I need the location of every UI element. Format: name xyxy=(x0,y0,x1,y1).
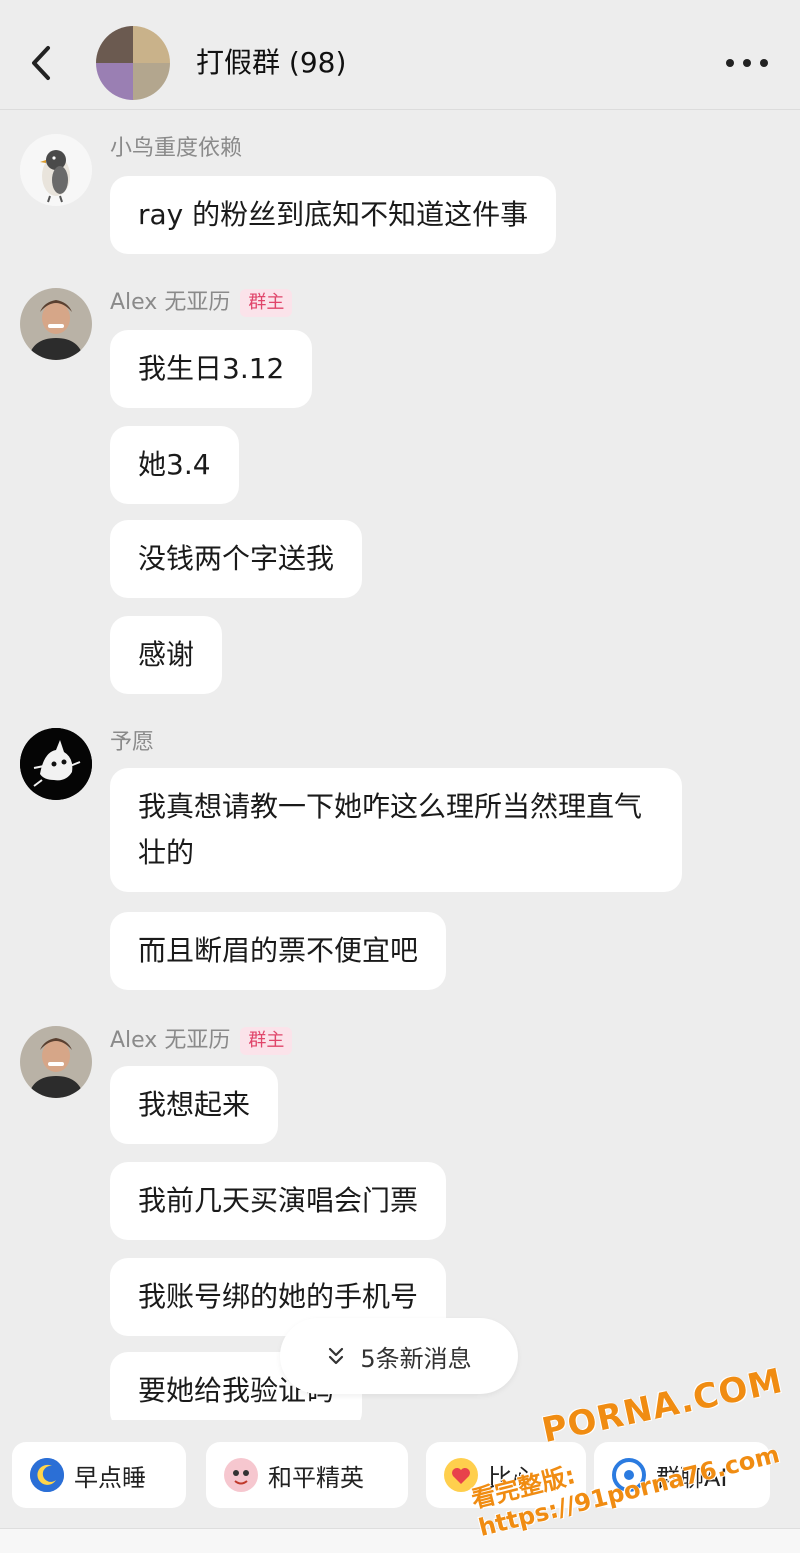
quick-action-label: 和平精英 xyxy=(268,1463,364,1492)
group-avatar-tile xyxy=(96,63,133,100)
back-button[interactable] xyxy=(22,38,62,88)
quick-action-game[interactable]: 和平精英 xyxy=(206,1442,408,1508)
sender-name-text: Alex 无亚历 xyxy=(110,1028,231,1053)
sender-name-text: 小鸟重度依赖 xyxy=(110,136,243,161)
avatar[interactable] xyxy=(20,288,92,360)
avatar[interactable] xyxy=(20,134,92,206)
sender-name[interactable]: 予愿 xyxy=(110,728,154,758)
sender-name[interactable]: Alex 无亚历 群主 xyxy=(110,1026,293,1056)
cat-drawing-icon xyxy=(20,728,92,800)
new-messages-label: 5条新消息 xyxy=(360,1344,472,1373)
chevron-left-icon xyxy=(32,46,50,80)
group-avatar[interactable] xyxy=(96,26,170,100)
message-bubble[interactable]: ray 的粉丝到底知不知道这件事 xyxy=(110,176,557,254)
more-button[interactable] xyxy=(722,50,772,76)
person-photo-icon xyxy=(20,288,92,360)
avatar[interactable] xyxy=(20,728,92,800)
double-chevron-down-icon xyxy=(329,1347,344,1365)
sender-name-text: 予愿 xyxy=(110,730,155,755)
new-messages-button[interactable]: 5条新消息 xyxy=(280,1318,518,1394)
group-avatar-tile xyxy=(96,26,133,63)
person-photo-icon xyxy=(20,1026,92,1098)
quick-action-sleep[interactable]: 早点睡 xyxy=(12,1442,186,1508)
sender-name-text: Alex 无亚历 xyxy=(110,290,231,315)
sender-name[interactable]: 小鸟重度依赖 xyxy=(110,134,242,164)
input-bar[interactable] xyxy=(0,1528,800,1553)
message-bubble[interactable]: 她3.4 xyxy=(110,426,239,504)
message-bubble[interactable]: 我想起来 xyxy=(110,1066,279,1144)
owner-badge: 群主 xyxy=(240,289,293,317)
message-bubble[interactable]: 而且断眉的票不便宜吧 xyxy=(110,912,447,990)
owner-badge: 群主 xyxy=(240,1027,293,1055)
sender-name[interactable]: Alex 无亚历 群主 xyxy=(110,288,293,318)
quick-action-label: 早点睡 xyxy=(74,1463,146,1492)
moon-icon xyxy=(30,1458,64,1492)
message-bubble[interactable]: 没钱两个字送我 xyxy=(110,520,363,598)
page-title[interactable]: 打假群 (98) xyxy=(196,44,346,82)
message-bubble[interactable]: 我真想请教一下她咋这么理所当然理直气壮的 xyxy=(110,768,682,892)
group-avatar-tile xyxy=(133,26,170,63)
message-bubble[interactable]: 我生日3.12 xyxy=(110,330,313,408)
game-icon xyxy=(224,1458,258,1492)
message-bubble[interactable]: 感谢 xyxy=(110,616,223,694)
group-avatar-tile xyxy=(133,63,170,100)
bird-icon xyxy=(20,134,92,206)
message-bubble[interactable]: 我前几天买演唱会门票 xyxy=(110,1162,447,1240)
avatar[interactable] xyxy=(20,1026,92,1098)
chat-header: 打假群 (98) xyxy=(0,0,800,110)
chat-message-list[interactable]: 小鸟重度依赖 ray 的粉丝到底知不知道这件事 Alex 无亚历 群主 我生日3… xyxy=(0,110,800,1420)
more-horizontal-icon xyxy=(726,59,768,67)
